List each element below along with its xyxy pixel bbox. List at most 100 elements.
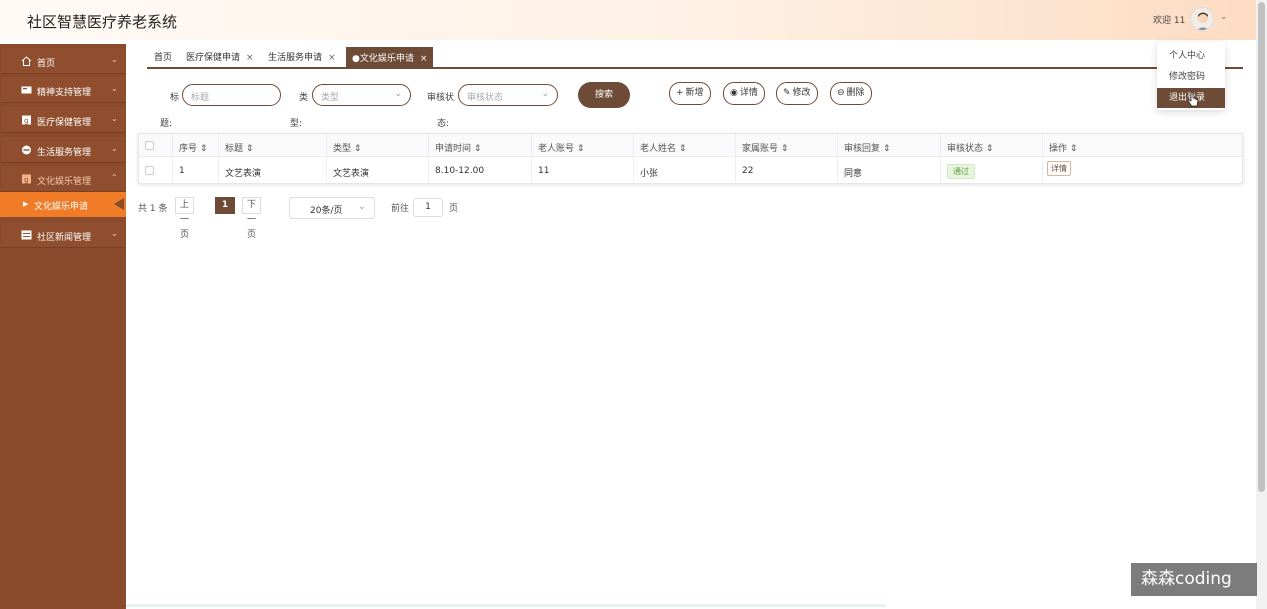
chevron-down-icon: ⌄ — [111, 229, 118, 238]
minus-circle-icon: ⊖ — [837, 88, 845, 98]
sidebar: 首页 ⌄ 精神支持管理 ⌄ g 医疗保健管理 ⌄ 生活服务管理 ⌄ g 文化娱乐… — [0, 44, 126, 609]
tab-home[interactable]: 首页 — [154, 50, 172, 63]
page-size-value: 20条/页 — [310, 206, 343, 216]
col-status[interactable]: 审核状态 ⇕ — [941, 134, 1043, 156]
user-menu: 个人中心 修改密码 退出登录 — [1157, 42, 1225, 110]
card-icon — [21, 86, 32, 94]
goto-label: 前往 — [391, 204, 410, 214]
status-placeholder: 审核状态 — [467, 93, 504, 103]
news-icon — [21, 230, 32, 240]
select-all-cell — [139, 134, 173, 156]
sidebar-item-news[interactable]: 社区新闻管理 ⌄ — [1, 222, 125, 248]
close-icon[interactable]: × — [246, 53, 254, 63]
edit-button[interactable]: ✎ 修改 — [776, 82, 818, 105]
cell-elder-name: 小张 — [634, 157, 736, 184]
sidebar-item-label: 生活服务管理 — [37, 148, 92, 158]
row-detail-button[interactable]: 详情 — [1047, 161, 1071, 176]
table-row[interactable]: 1 文艺表演 文艺表演 8.10-12.00 11 小张 22 同意 通过 详情 — [139, 157, 1242, 184]
cell-status: 通过 — [941, 157, 1043, 184]
sidebar-item-home[interactable]: 首页 ⌄ — [1, 48, 125, 74]
col-label: 老人姓名 — [640, 144, 677, 154]
next-page-button[interactable]: 下一页 — [242, 197, 262, 240]
table-header: 序号 ⇕ 标题 ⇕ 类型 ⇕ 申请时间 ⇕ 老人账号 ⇕ 老人姓名 ⇕ 家属账号… — [139, 134, 1242, 157]
tab-culture-apply[interactable]: ●文化娱乐申请 × — [346, 47, 434, 67]
eye-icon: ◉ — [730, 88, 738, 98]
cell-title: 文艺表演 — [219, 157, 327, 184]
chevron-down-icon: ⌄ — [358, 202, 366, 212]
service-icon — [22, 145, 31, 155]
col-elder-account[interactable]: 老人账号 ⇕ — [532, 134, 634, 156]
menu-item-profile[interactable]: 个人中心 — [1157, 46, 1225, 66]
col-elder-name[interactable]: 老人姓名 ⇕ — [634, 134, 736, 156]
tab-label: ●文化娱乐申请 — [352, 54, 414, 64]
home-icon — [21, 56, 32, 66]
tab-label: 首页 — [154, 53, 173, 63]
chevron-down-icon: ⌄ — [111, 144, 118, 153]
goto-page-input[interactable]: 1 — [413, 198, 443, 217]
delete-label: 删除 — [846, 88, 865, 98]
col-index[interactable]: 序号 ⇕ — [173, 134, 219, 156]
chevron-down-icon: ⌄ — [394, 89, 402, 99]
sidebar-item-spiritual[interactable]: 精神支持管理 ⌄ — [1, 77, 125, 103]
col-label: 操作 — [1049, 144, 1068, 154]
cell-reply: 同意 — [838, 157, 941, 184]
col-label: 审核回复 — [844, 144, 881, 154]
avatar-icon — [1197, 12, 1209, 30]
sidebar-item-life[interactable]: 生活服务管理 ⌄ — [1, 137, 125, 163]
row-checkbox[interactable] — [145, 166, 154, 175]
chevron-down-icon[interactable]: ⌄ — [1220, 12, 1228, 22]
page-size-select[interactable]: 20条/页 ⌄ — [289, 197, 375, 219]
chevron-down-icon: ⌄ — [111, 84, 118, 93]
medical-icon: g — [22, 115, 31, 125]
add-button[interactable]: + 新增 — [669, 82, 711, 105]
chevron-down-icon: ⌄ — [111, 55, 118, 64]
col-label: 类型 — [333, 144, 352, 154]
hand-cursor-icon — [1187, 92, 1199, 107]
user-avatar[interactable] — [1190, 7, 1214, 31]
col-label: 序号 — [179, 144, 198, 154]
svg-text:g: g — [24, 117, 28, 125]
col-family-account[interactable]: 家属账号 ⇕ — [736, 134, 838, 156]
menu-item-change-password[interactable]: 修改密码 — [1157, 67, 1225, 87]
cell-family-account: 22 — [736, 157, 838, 184]
edit-icon: ✎ — [783, 88, 791, 98]
status-label-cont: 态: — [437, 119, 450, 129]
col-label: 老人账号 — [538, 144, 575, 154]
detail-label: 详情 — [739, 88, 758, 98]
page-scrollbar[interactable] — [1256, 0, 1267, 609]
sidebar-item-label: 精神支持管理 — [37, 88, 92, 98]
col-actions[interactable]: 操作 ⇕ — [1043, 134, 1242, 156]
detail-button[interactable]: ◉ 详情 — [723, 82, 765, 105]
top-header: 社区智慧医疗养老系统 欢迎 11 ⌄ — [0, 0, 1256, 40]
cell-index: 1 — [173, 157, 219, 184]
footer-line — [126, 604, 886, 607]
type-select[interactable]: 类型 ⌄ — [312, 84, 411, 106]
sidebar-item-medical[interactable]: g 医疗保健管理 ⌄ — [1, 107, 125, 133]
close-icon[interactable]: × — [420, 54, 428, 64]
sidebar-subitem-culture-apply[interactable]: ▶ 文化娱乐申请 — [0, 192, 126, 217]
scrollbar-thumb[interactable] — [1258, 2, 1265, 492]
col-type[interactable]: 类型 ⇕ — [327, 134, 429, 156]
watermark: 森森coding — [1131, 563, 1257, 596]
chevron-down-icon: ⌄ — [111, 114, 118, 123]
search-button[interactable]: 搜索 — [578, 82, 630, 108]
delete-button[interactable]: ⊖ 删除 — [830, 82, 872, 105]
current-page[interactable]: 1 — [215, 197, 235, 214]
sidebar-item-label: 首页 — [37, 59, 56, 69]
add-label: 新增 — [685, 88, 704, 98]
type-label-cont: 型: — [290, 119, 303, 129]
status-select[interactable]: 审核状态 ⌄ — [458, 84, 558, 106]
prev-page-button[interactable]: 上一页 — [175, 197, 195, 240]
close-icon[interactable]: × — [328, 53, 336, 63]
col-time[interactable]: 申请时间 ⇕ — [429, 134, 532, 156]
title-input[interactable]: 标题 — [182, 84, 281, 106]
col-reply[interactable]: 审核回复 ⇕ — [838, 134, 941, 156]
col-title[interactable]: 标题 ⇕ — [219, 134, 327, 156]
title-label: 标 — [170, 93, 180, 103]
tab-medical-apply[interactable]: 医疗保健申请 × — [186, 50, 254, 63]
row-select-cell — [139, 157, 173, 184]
select-all-checkbox[interactable] — [145, 141, 154, 150]
data-table: 序号 ⇕ 标题 ⇕ 类型 ⇕ 申请时间 ⇕ 老人账号 ⇕ 老人姓名 ⇕ 家属账号… — [138, 133, 1243, 184]
sidebar-item-culture[interactable]: g 文化娱乐管理 ⌃ — [1, 166, 125, 192]
tab-life-apply[interactable]: 生活服务申请 × — [268, 50, 336, 63]
